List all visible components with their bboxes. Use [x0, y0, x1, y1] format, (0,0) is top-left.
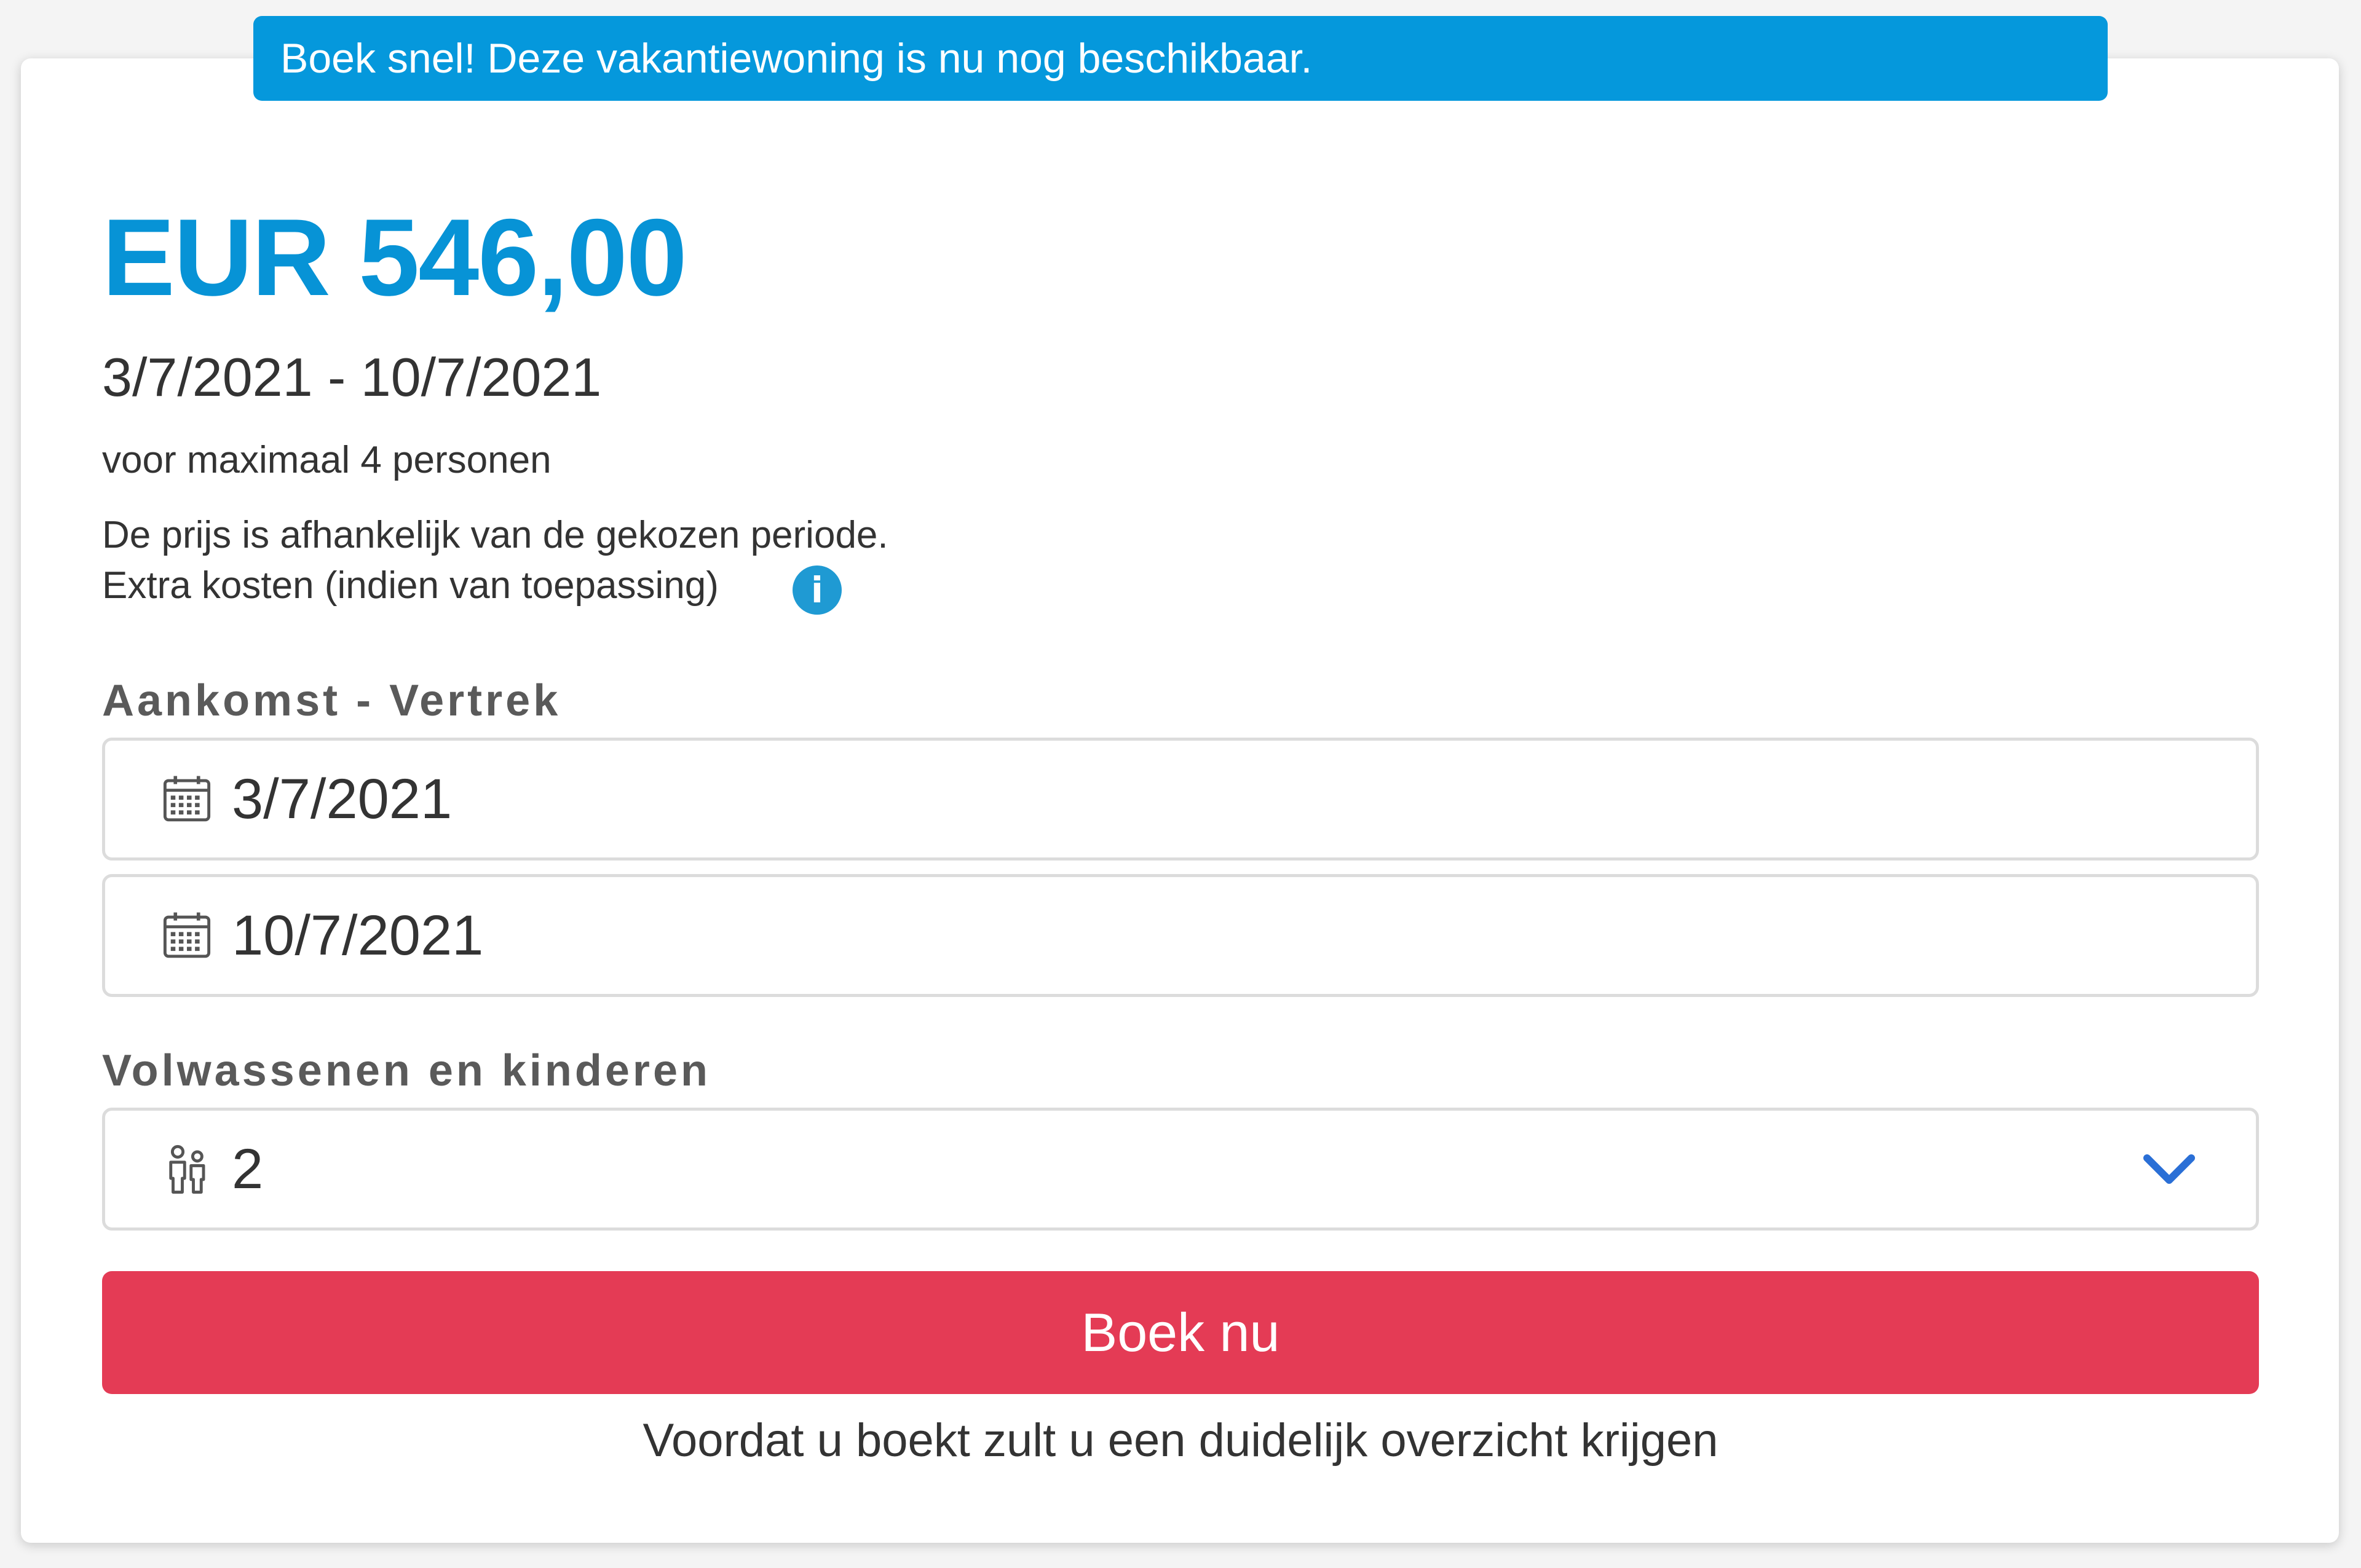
departure-date-field[interactable]: 10/7/2021	[102, 874, 2259, 997]
max-persons-text: voor maximaal 4 personen	[102, 439, 552, 481]
guests-label: Volwassenen en kinderen	[102, 1046, 711, 1095]
price-note: De prijs is afhankelijk van de gekozen p…	[102, 514, 888, 556]
info-icon[interactable]: i	[793, 565, 842, 615]
people-icon	[169, 1144, 205, 1194]
dates-label: Aankomst - Vertrek	[102, 676, 561, 725]
date-range: 3/7/2021 - 10/7/2021	[102, 347, 602, 408]
book-now-button[interactable]: Boek nu	[102, 1271, 2259, 1394]
price: EUR 546,00	[102, 196, 687, 318]
calendar-icon	[163, 776, 211, 822]
arrival-date-field[interactable]: 3/7/2021	[102, 738, 2259, 861]
guests-value: 2	[232, 1138, 264, 1200]
chevron-down-icon[interactable]	[2142, 1151, 2197, 1188]
calendar-icon	[163, 912, 211, 958]
availability-banner: Boek snel! Deze vakantiewoning is nu nog…	[253, 16, 2108, 101]
departure-date-value: 10/7/2021	[232, 904, 484, 967]
arrival-date-value: 3/7/2021	[232, 768, 453, 830]
guests-select[interactable]: 2	[102, 1108, 2259, 1231]
booking-footnote: Voordat u boekt zult u een duidelijk ove…	[643, 1414, 1718, 1467]
extra-costs-text: Extra kosten (indien van toepassing)	[102, 564, 719, 607]
